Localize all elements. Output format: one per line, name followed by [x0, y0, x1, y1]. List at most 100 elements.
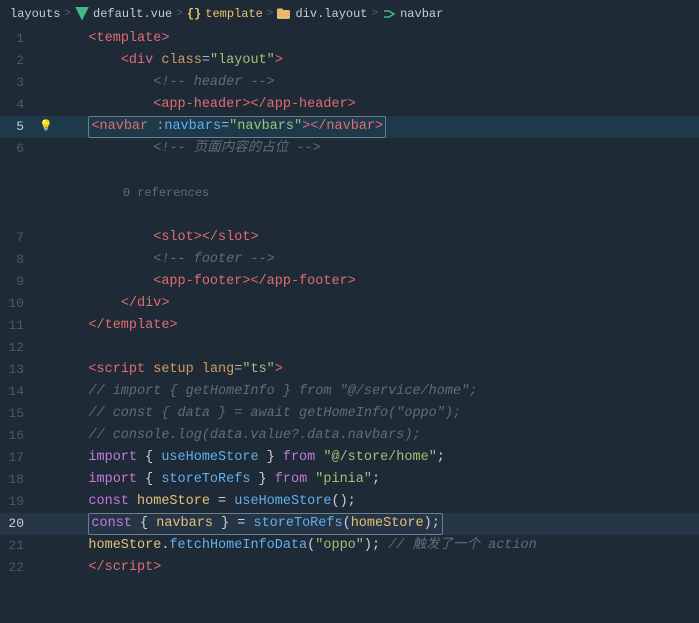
ref-hint-text: 0 references: [121, 186, 209, 200]
breadcrumb-sep-3: >: [267, 8, 274, 20]
token: >: [275, 53, 283, 68]
line-number: 10: [0, 293, 38, 315]
line-content: import { useHomeStore } from "@/store/ho…: [54, 447, 699, 469]
token: {: [137, 472, 161, 487]
token: "@/store/home": [323, 450, 436, 465]
line-content: </script>: [54, 557, 699, 579]
ref-hint-content: 0 references: [54, 160, 699, 227]
breadcrumb-sep-4: >: [372, 8, 379, 20]
token: >: [348, 274, 356, 289]
breadcrumb-sep-1: >: [64, 8, 71, 20]
line-content: </div>: [54, 293, 699, 315]
token: );: [364, 538, 388, 553]
line-number: 11: [0, 315, 38, 337]
token: {: [137, 450, 161, 465]
token: slot: [161, 230, 193, 245]
code-line: 21 homeStore.fetchHomeInfoData("oppo"); …: [0, 535, 699, 557]
line-number: 13: [0, 359, 38, 381]
token: >: [250, 230, 258, 245]
code-editor: 1 <template>2 <div class="layout">3 <!--…: [0, 28, 699, 579]
line-number: 22: [0, 557, 38, 579]
token: useHomeStore: [234, 494, 331, 509]
breadcrumb-filename[interactable]: default.vue: [93, 7, 172, 21]
token: storeToRefs: [161, 472, 250, 487]
bulb-area[interactable]: 💡: [38, 116, 54, 138]
token: <: [121, 53, 129, 68]
token: ></: [242, 274, 266, 289]
code-line: 1 <template>: [0, 28, 699, 50]
token: </: [88, 560, 104, 575]
breadcrumb-layouts[interactable]: layouts: [10, 7, 60, 21]
token: slot: [218, 230, 250, 245]
code-line: 20 const { navbars } = storeToRefs(homeS…: [0, 513, 699, 535]
line-number: 15: [0, 403, 38, 425]
token: ></: [242, 97, 266, 112]
token: ();: [331, 494, 355, 509]
token: from: [275, 472, 307, 487]
token: "layout": [210, 53, 275, 68]
tag-icon: [382, 7, 396, 21]
code-line: 6 <!-- 页面内容的占位 -->: [0, 138, 699, 160]
code-line: 4 <app-header></app-header>: [0, 94, 699, 116]
curly-brace-icon: {}: [187, 7, 201, 21]
line-content: <slot></slot>: [54, 227, 699, 249]
token: from: [283, 450, 315, 465]
code-line: 12: [0, 337, 699, 359]
breadcrumb: layouts > default.vue > {} template > di…: [0, 0, 699, 28]
token: }: [250, 472, 274, 487]
line-number: 1: [0, 28, 38, 50]
code-line: 3 <!-- header -->: [0, 72, 699, 94]
token: <: [88, 31, 96, 46]
line-content: <!-- header -->: [54, 72, 699, 94]
line-content: const homeStore = useHomeStore();: [54, 491, 699, 513]
breadcrumb-template[interactable]: template: [205, 7, 263, 21]
line-num-hint: .: [0, 160, 38, 182]
line-number: 8: [0, 249, 38, 271]
token: >: [348, 97, 356, 112]
token: app-header: [267, 97, 348, 112]
code-line: 14 // import { getHomeInfo } from "@/ser…: [0, 381, 699, 403]
line-content: <div class="layout">: [54, 50, 699, 72]
line-content: import { storeToRefs } from "pinia";: [54, 469, 699, 491]
token: // import { getHomeInfo } from "@/servic…: [56, 384, 477, 399]
token: // 触发了一个 action: [388, 538, 537, 553]
token: fetchHomeInfoData: [169, 538, 307, 553]
token: lang: [202, 362, 234, 377]
breadcrumb-navbar[interactable]: navbar: [400, 7, 443, 21]
token: =: [202, 53, 210, 68]
token: // console.log(data.value?.data.navbars)…: [56, 428, 421, 443]
token: ;: [372, 472, 380, 487]
token: <!-- 页面内容的占位 -->: [153, 141, 320, 156]
breadcrumb-div-layout[interactable]: div.layout: [295, 7, 367, 21]
token: >: [161, 31, 169, 46]
line-number: 19: [0, 491, 38, 513]
token: ></: [194, 230, 218, 245]
ref-hint-line: . 0 references: [0, 160, 699, 227]
line-content: <!-- 页面内容的占位 -->: [54, 138, 699, 160]
token: }: [259, 450, 283, 465]
code-line: 7 <slot></slot>: [0, 227, 699, 249]
token: useHomeStore: [161, 450, 258, 465]
line-content: </template>: [54, 315, 699, 337]
line-content: <script setup lang="ts">: [54, 359, 699, 381]
code-line: 11 </template>: [0, 315, 699, 337]
token: class: [161, 53, 202, 68]
line-number: 21: [0, 535, 38, 557]
line-number: 17: [0, 447, 38, 469]
code-line: 22 </script>: [0, 557, 699, 579]
token: script: [97, 362, 146, 377]
token: >: [161, 296, 169, 311]
line-number: 7: [0, 227, 38, 249]
line-number: 5: [0, 116, 38, 138]
code-line: 5💡 <navbar :navbars="navbars"></navbar>: [0, 116, 699, 138]
token: import: [88, 450, 137, 465]
token: >: [275, 362, 283, 377]
code-line: 19 const homeStore = useHomeStore();: [0, 491, 699, 513]
token: app-header: [161, 97, 242, 112]
token: app-footer: [267, 274, 348, 289]
token: div: [137, 296, 161, 311]
token: const: [88, 494, 129, 509]
line-number: 18: [0, 469, 38, 491]
token: >: [169, 318, 177, 333]
line-content: // const { data } = await getHomeInfo("o…: [54, 403, 699, 425]
